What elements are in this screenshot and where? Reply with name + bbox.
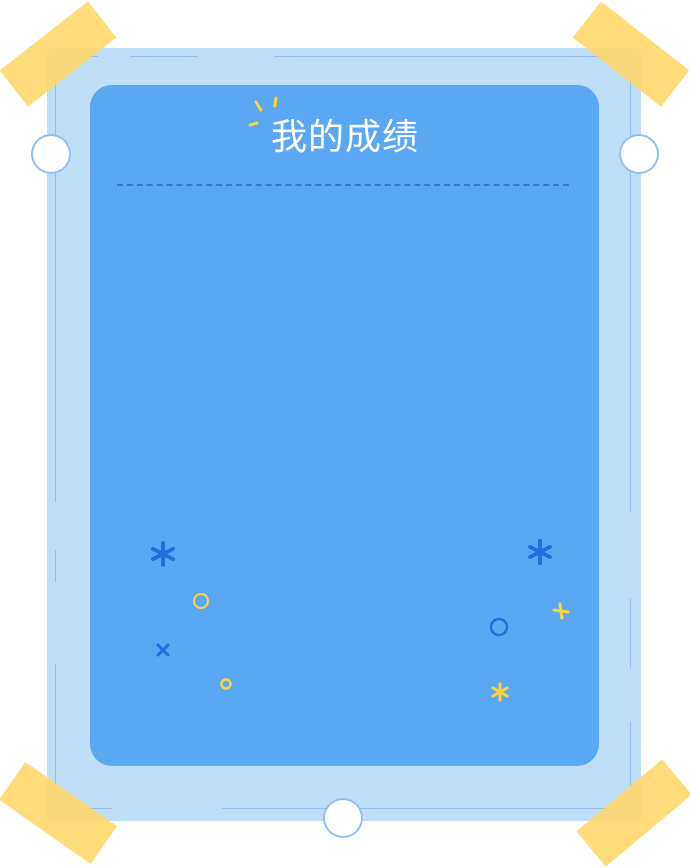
circle-icon: [489, 617, 509, 637]
circle-icon: [220, 678, 232, 690]
title-divider: [117, 184, 569, 186]
border-gap: [112, 806, 222, 811]
asterisk-icon: [491, 682, 509, 702]
asterisk-icon: [528, 539, 552, 565]
score-card: [90, 85, 599, 766]
border-gap: [198, 54, 274, 59]
border-gap: [628, 668, 633, 722]
plus-icon: [552, 602, 570, 620]
border-gap: [53, 502, 58, 550]
card-title: 我的成绩: [270, 117, 419, 158]
page: { "card": { "title": "我的成绩" }, "colors":…: [0, 0, 690, 868]
circle-icon: [193, 593, 209, 609]
border-gap: [98, 54, 130, 59]
border-gap: [628, 512, 633, 598]
border-gap: [53, 582, 58, 664]
ticket-notch-bottom: [325, 800, 361, 836]
cross-icon: [156, 643, 170, 657]
asterisk-icon: [151, 541, 175, 567]
